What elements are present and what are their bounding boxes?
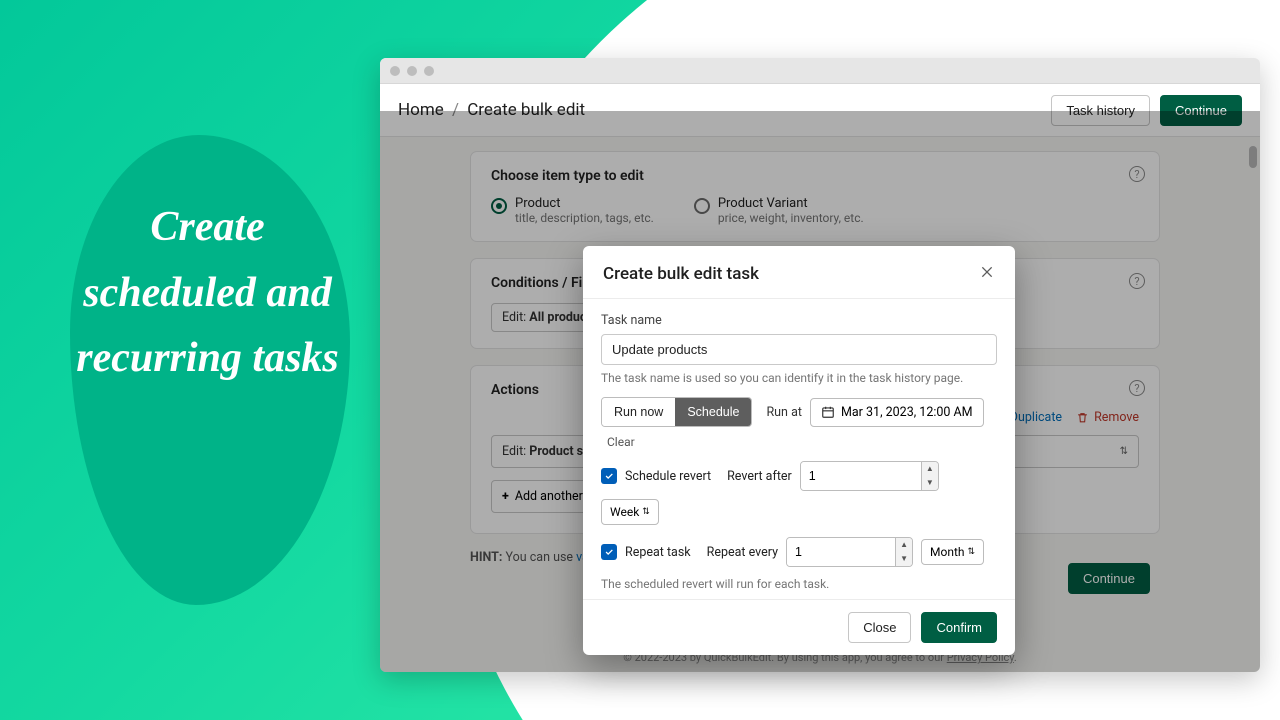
modal-title: Create bulk edit task (603, 264, 759, 284)
step-down-icon[interactable]: ▼ (922, 476, 938, 490)
promo-headline: Create scheduled and recurring tasks (60, 195, 355, 392)
repeat-unit-select[interactable]: Month⇅ (921, 539, 984, 565)
schedule-tab[interactable]: Schedule (675, 398, 751, 426)
repeat-task-label: Repeat task (625, 545, 691, 560)
revert-after-label: Revert after (727, 469, 792, 484)
window-min-dot[interactable] (407, 66, 417, 76)
step-up-icon[interactable]: ▲ (896, 538, 912, 552)
schedule-revert-checkbox[interactable] (601, 468, 617, 484)
updown-icon: ⇅ (968, 547, 976, 557)
revert-after-stepper[interactable]: ▲▼ (800, 461, 939, 491)
titlebar (380, 58, 1260, 84)
window-max-dot[interactable] (424, 66, 434, 76)
repeat-every-input[interactable] (787, 538, 895, 566)
task-name-hint: The task name is used so you can identif… (601, 371, 997, 385)
step-up-icon[interactable]: ▲ (922, 462, 938, 476)
repeat-every-label: Repeat every (707, 545, 778, 560)
updown-icon: ⇅ (642, 507, 650, 517)
clear-date-button[interactable]: Clear (607, 435, 635, 449)
confirm-button[interactable]: Confirm (921, 612, 997, 643)
schedule-revert-label: Schedule revert (625, 469, 711, 484)
step-down-icon[interactable]: ▼ (896, 552, 912, 566)
repeat-every-stepper[interactable]: ▲▼ (786, 537, 913, 567)
check-icon (604, 471, 614, 481)
check-icon (604, 547, 614, 557)
calendar-icon (821, 405, 835, 419)
repeat-hint: The scheduled revert will run for each t… (601, 577, 997, 591)
run-at-datepicker[interactable]: Mar 31, 2023, 12:00 AM (810, 398, 984, 427)
run-mode-segment: Run now Schedule (601, 397, 752, 427)
run-at-label: Run at (766, 405, 802, 420)
create-task-modal: Create bulk edit task Task name The task… (583, 246, 1015, 655)
repeat-task-checkbox[interactable] (601, 544, 617, 560)
revert-unit-select[interactable]: Week⇅ (601, 499, 659, 525)
run-now-tab[interactable]: Run now (602, 398, 675, 426)
task-name-input[interactable] (601, 334, 997, 365)
window-close-dot[interactable] (390, 66, 400, 76)
close-button[interactable]: Close (848, 612, 911, 643)
close-icon[interactable] (979, 264, 995, 284)
revert-after-input[interactable] (801, 462, 921, 490)
task-name-label: Task name (601, 313, 997, 328)
